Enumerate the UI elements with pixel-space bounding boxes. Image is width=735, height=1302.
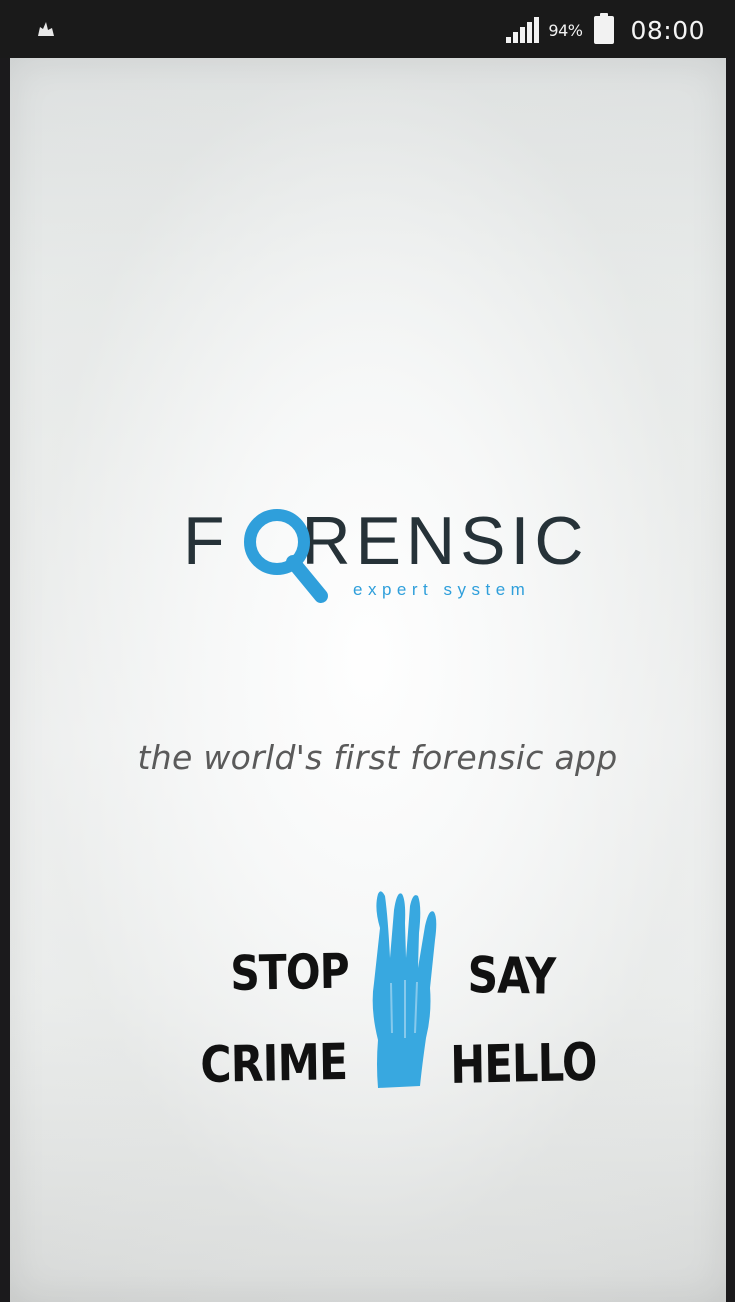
battery-icon — [594, 13, 615, 44]
logo-letter-f: F — [183, 503, 230, 579]
splash-tagline: the world's first forensic app — [137, 738, 618, 777]
battery-percent: 94% — [548, 20, 583, 40]
status-time: 08:00 — [630, 15, 705, 45]
splash-screen: F RENSIC expert system the world's first … — [10, 58, 726, 1302]
campaign-crime: CRIME — [200, 1032, 348, 1094]
logo-subtitle: expert system — [353, 580, 531, 599]
notification-icon — [38, 22, 54, 36]
logo-rest: RENSIC — [301, 503, 589, 579]
campaign-hello: HELLO — [450, 1032, 597, 1096]
forensic-logo: F RENSIC expert system — [173, 506, 593, 616]
campaign-say: SAY — [467, 946, 556, 1006]
signal-icon — [506, 17, 540, 43]
hand-icon — [372, 891, 437, 1088]
magnifier-icon — [244, 509, 328, 603]
stop-crime-campaign: STOP CRIME SAY HELLO — [200, 888, 620, 1098]
campaign-stop: STOP — [230, 943, 350, 1002]
status-right: 94% 08:00 — [506, 13, 705, 46]
status-bar: 94% 08:00 — [0, 0, 735, 58]
